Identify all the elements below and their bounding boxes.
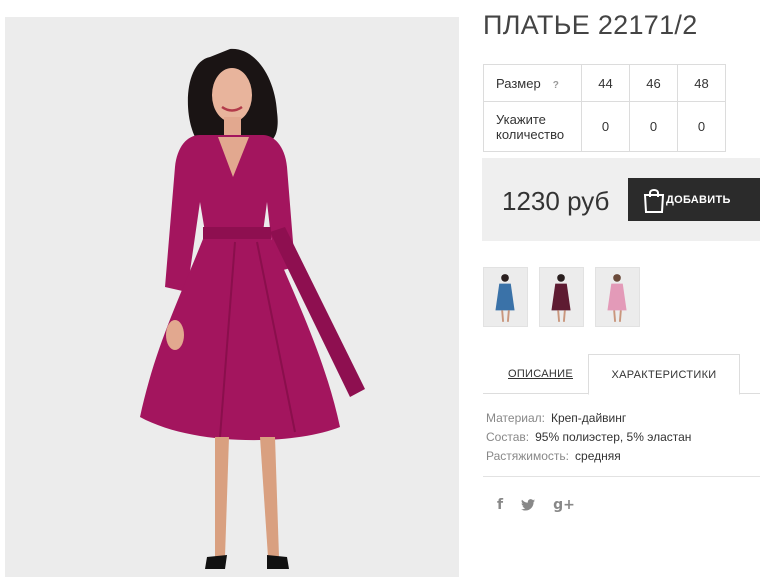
spec-row: Материал: Креп-дайвинг	[486, 409, 691, 428]
social-share: f g+	[497, 497, 575, 513]
quantity-input-48[interactable]: 0	[677, 101, 726, 152]
shopping-bag-icon	[643, 189, 665, 213]
add-to-cart-button[interactable]: ДОБАВИТЬ	[628, 178, 760, 221]
tab-characteristics[interactable]: ХАРАКТЕРИСТИКИ	[588, 354, 740, 395]
spec-key: Материал:	[486, 411, 545, 425]
quantity-input-44[interactable]: 0	[581, 101, 630, 152]
size-44: 44	[581, 64, 630, 102]
thumbnail-blue[interactable]	[483, 267, 528, 327]
price: 1230 руб	[502, 186, 610, 216]
price-box: 1230 руб ДОБАВИТЬ	[482, 158, 760, 241]
size-quantity-table: Размер? 44 46 48 Укажите количество 0 0 …	[483, 64, 726, 152]
size-46: 46	[629, 64, 678, 102]
size-label: Размер	[496, 75, 541, 91]
spec-row: Растяжимость: средняя	[486, 447, 691, 466]
size-label-cell: Размер?	[483, 64, 582, 102]
info-tabs: ОПИСАНИЕ ХАРАКТЕРИСТИКИ	[483, 354, 760, 395]
spec-key: Растяжимость:	[486, 449, 570, 463]
size-48: 48	[677, 64, 726, 102]
divider	[483, 476, 760, 477]
facebook-icon[interactable]: f	[497, 497, 503, 513]
thumbnail-burgundy[interactable]	[539, 267, 584, 327]
product-title: ПЛАТЬЕ 22171/2	[483, 10, 698, 40]
help-icon[interactable]: ?	[553, 80, 559, 91]
spec-key: Состав:	[486, 430, 530, 444]
tab-description[interactable]: ОПИСАНИЕ	[508, 368, 573, 380]
quantity-input-46[interactable]: 0	[629, 101, 678, 152]
thumbnail-strip	[483, 267, 640, 327]
spec-row: Состав: 95% полиэстер, 5% эластан	[486, 428, 691, 447]
spec-value: 95% полиэстер, 5% эластан	[535, 430, 692, 444]
add-to-cart-label: ДОБАВИТЬ	[666, 193, 731, 206]
thumbnail-pink[interactable]	[595, 267, 640, 327]
product-main-image[interactable]	[5, 17, 459, 577]
spec-value: Креп-дайвинг	[550, 411, 627, 425]
specs-list: Материал: Креп-дайвинг Состав: 95% полиэст…	[486, 409, 691, 466]
quantity-label: Укажите количество	[483, 101, 582, 152]
spec-value: средняя	[575, 449, 621, 463]
google-plus-icon[interactable]: g+	[553, 497, 575, 513]
twitter-icon[interactable]	[521, 499, 536, 511]
